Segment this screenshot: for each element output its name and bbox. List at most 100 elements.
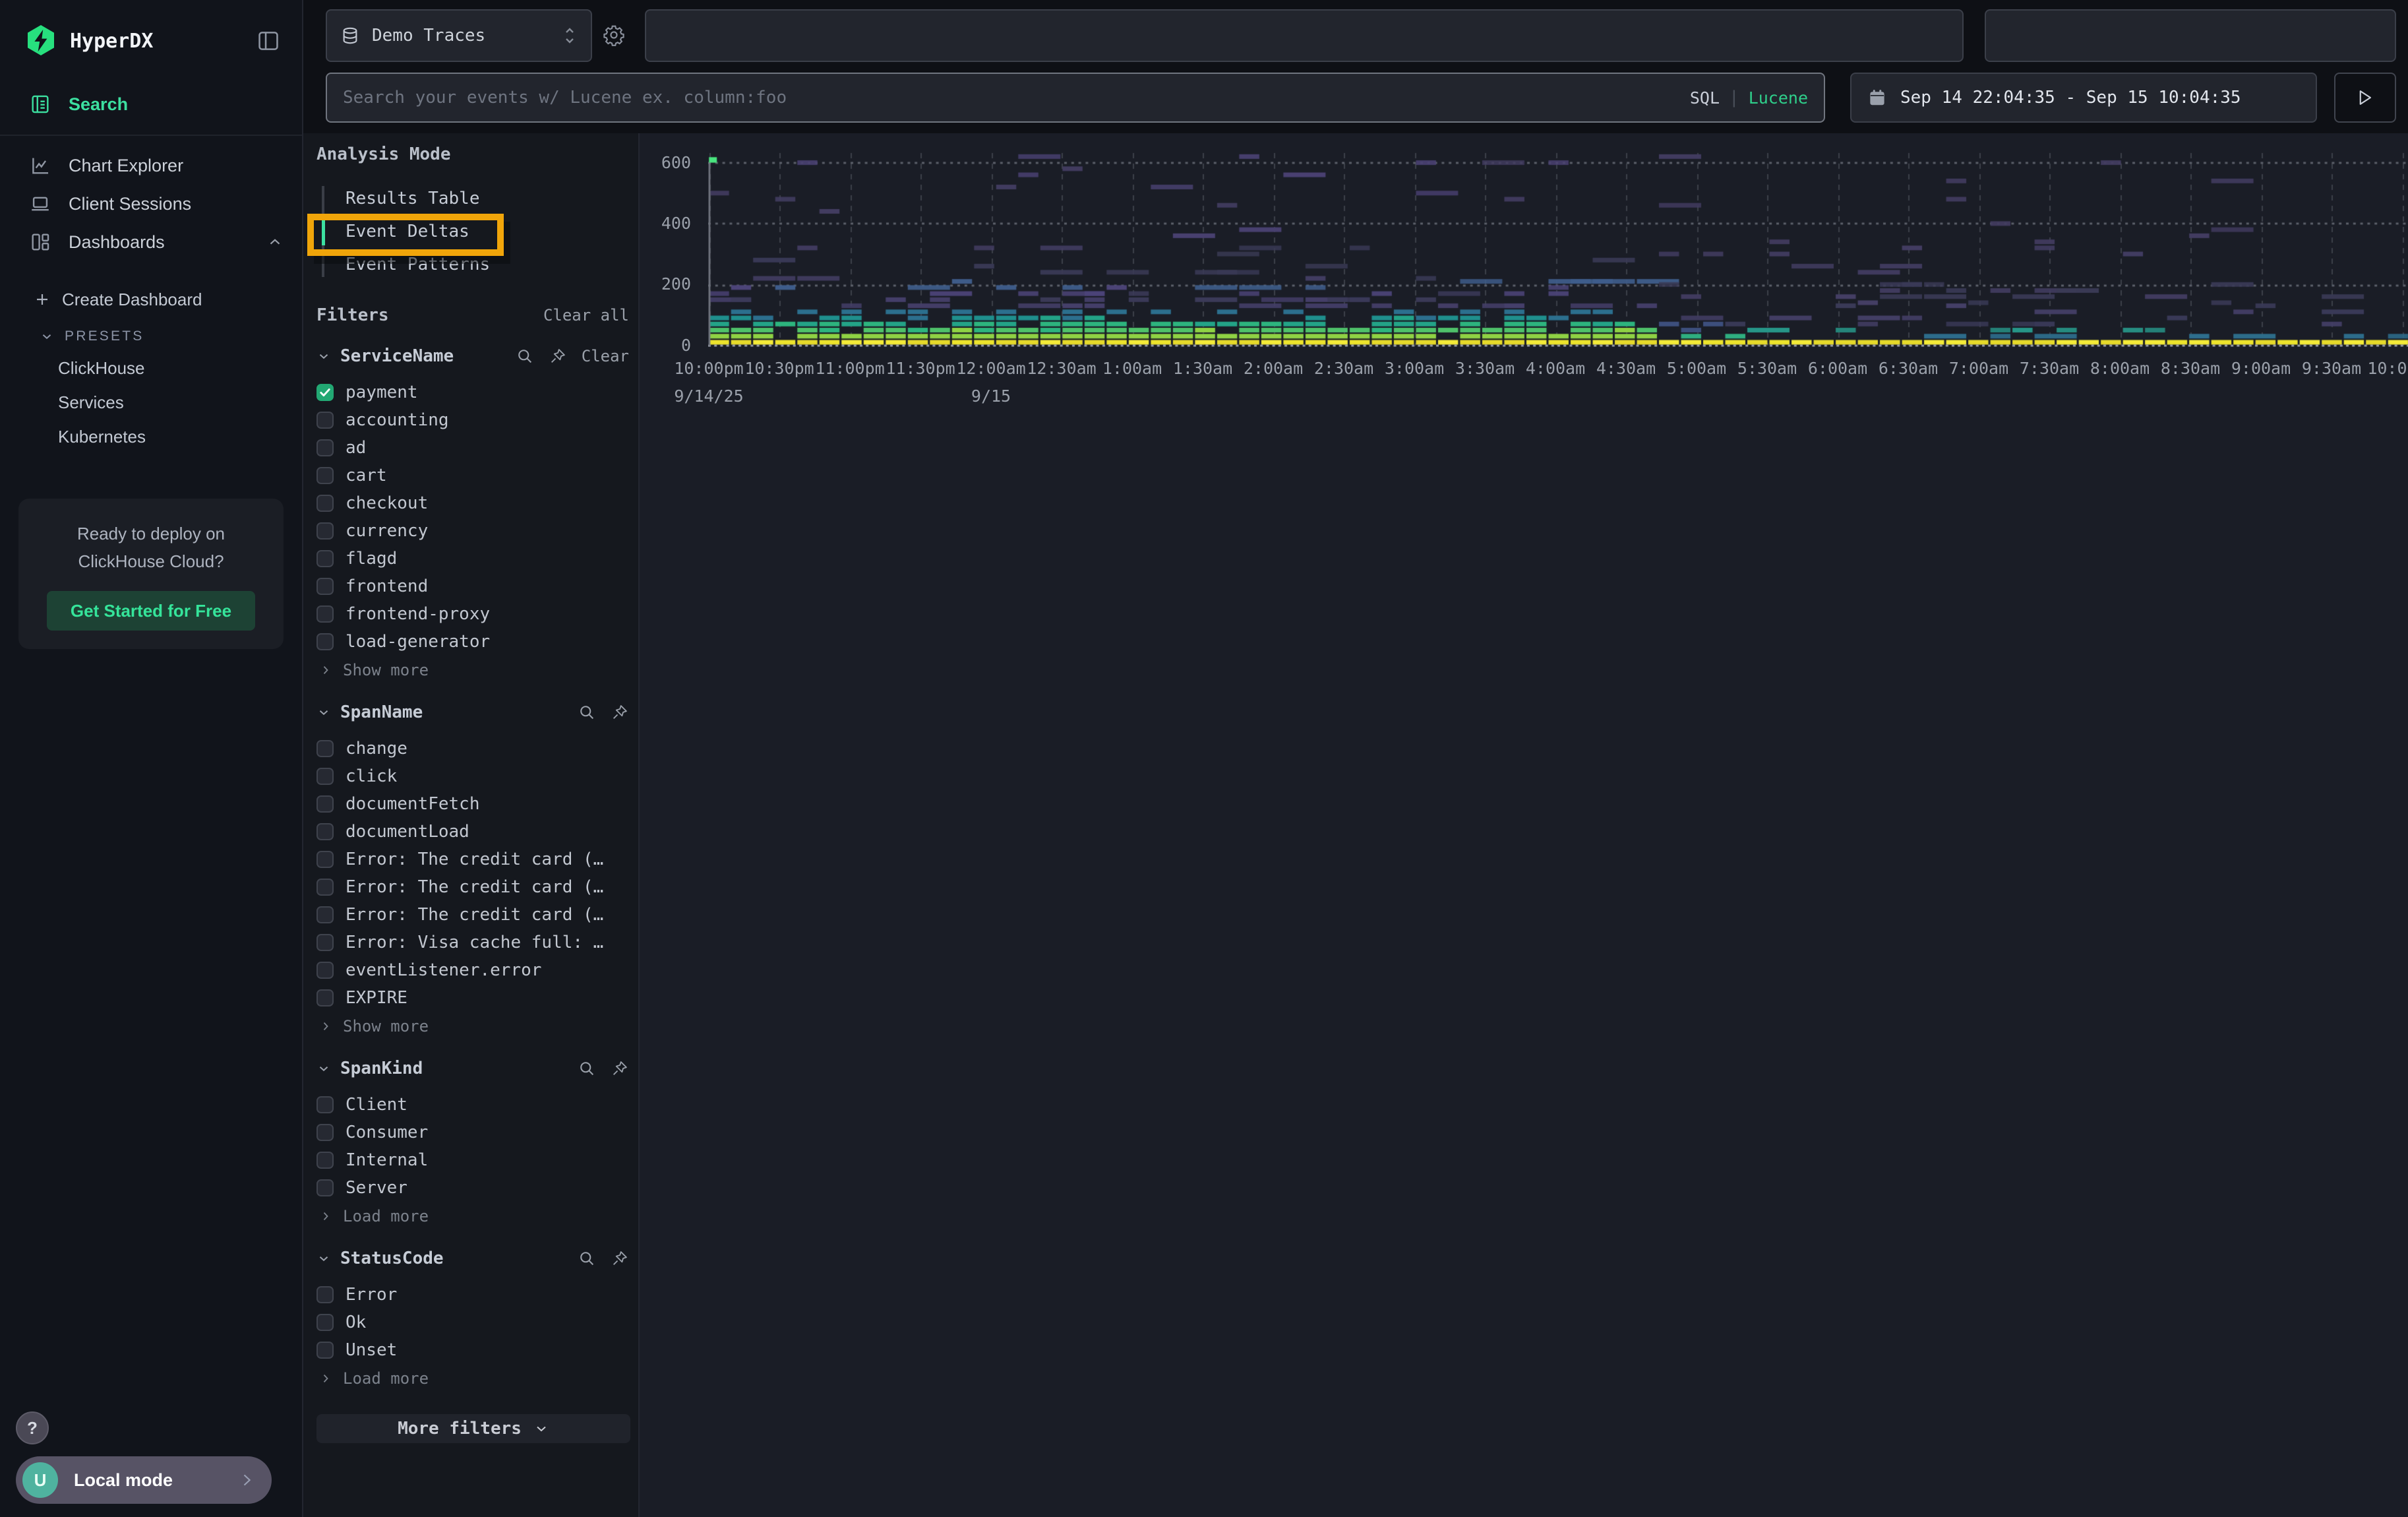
filter-option-load-generator[interactable]: load-generator: [316, 628, 629, 656]
chevron-down-icon[interactable]: [316, 349, 331, 363]
filter-option-eventlistener-error[interactable]: eventListener.error: [316, 956, 629, 984]
source-select[interactable]: Demo Traces: [326, 9, 592, 62]
filter-option-frontend-proxy[interactable]: frontend-proxy: [316, 600, 629, 628]
checkbox[interactable]: [316, 633, 334, 650]
checkbox[interactable]: [316, 851, 334, 868]
more-filters-button[interactable]: More filters: [316, 1414, 630, 1443]
filter-option-change[interactable]: change: [316, 735, 629, 762]
help-button[interactable]: ?: [16, 1411, 49, 1444]
checkbox[interactable]: [316, 578, 334, 595]
mode-toggle-sql[interactable]: SQL: [1690, 88, 1720, 108]
pin-icon[interactable]: [549, 347, 567, 365]
chevron-down-icon[interactable]: [316, 705, 331, 720]
search-icon[interactable]: [578, 703, 596, 722]
clear-filter-link[interactable]: Clear: [582, 347, 629, 365]
heatmap-canvas[interactable]: [708, 150, 2408, 347]
pin-icon[interactable]: [611, 1249, 629, 1268]
search-icon[interactable]: [578, 1249, 596, 1268]
filter-option-flagd[interactable]: flagd: [316, 545, 629, 573]
filter-option-cart[interactable]: cart: [316, 462, 629, 489]
analysis-mode-option-results-table[interactable]: Results Table: [316, 182, 629, 215]
checkbox[interactable]: [316, 412, 334, 429]
chevron-down-icon[interactable]: [316, 1061, 331, 1076]
filter-option-error-the-credit-card[interactable]: Error: The credit card (…: [316, 873, 629, 901]
presets-toggle[interactable]: PRESETS: [0, 322, 302, 351]
filter-option-error-the-credit-card[interactable]: Error: The credit card (…: [316, 901, 629, 929]
filter-option-expire[interactable]: EXPIRE: [316, 984, 629, 1012]
filter-option-internal[interactable]: Internal: [316, 1146, 629, 1174]
filter-option-checkout[interactable]: checkout: [316, 489, 629, 517]
checkbox[interactable]: [316, 605, 334, 623]
filter-option-click[interactable]: click: [316, 762, 629, 790]
time-range-picker[interactable]: Sep 14 22:04:35 - Sep 15 10:04:35: [1850, 73, 2317, 123]
filter-option-error-visa-cache-full[interactable]: Error: Visa cache full: …: [316, 929, 629, 956]
checkbox[interactable]: [316, 1179, 334, 1196]
checkbox[interactable]: [316, 439, 334, 456]
checkbox[interactable]: [316, 740, 334, 757]
checkbox[interactable]: [316, 1096, 334, 1113]
filter-option-consumer[interactable]: Consumer: [316, 1119, 629, 1146]
checkbox[interactable]: [316, 1152, 334, 1169]
sidebar-item-kubernetes[interactable]: Kubernetes: [0, 419, 302, 454]
events-heatmap-chart[interactable]: 0200400600 10:00pm10:30pm11:00pm11:30pm1…: [640, 133, 2408, 1517]
run-search-button[interactable]: [2334, 73, 2396, 123]
analysis-mode-option-event-deltas[interactable]: Event Deltas: [316, 215, 629, 248]
checkbox[interactable]: [316, 989, 334, 1006]
checkbox[interactable]: [316, 934, 334, 951]
sidebar-item-dashboards[interactable]: Dashboards: [0, 223, 302, 261]
checkbox[interactable]: [316, 550, 334, 567]
chevron-down-icon[interactable]: [316, 1251, 331, 1266]
sidebar-item-services[interactable]: Services: [0, 385, 302, 419]
checkbox[interactable]: [316, 384, 334, 401]
user-menu[interactable]: U Local mode: [16, 1456, 272, 1504]
filter-option-frontend[interactable]: frontend: [316, 573, 629, 600]
checkbox[interactable]: [316, 906, 334, 923]
checkbox[interactable]: [316, 1124, 334, 1141]
order-by-input[interactable]: [1985, 9, 2396, 62]
checkbox[interactable]: [316, 495, 334, 512]
checkbox[interactable]: [316, 522, 334, 540]
filter-option-error[interactable]: Error: [316, 1281, 629, 1309]
filter-option-accounting[interactable]: accounting: [316, 406, 629, 434]
search-input[interactable]: Search your events w/ Lucene ex. column:…: [326, 73, 1825, 123]
load-more-link[interactable]: Load more: [316, 1204, 629, 1228]
sidebar-item-clickhouse[interactable]: ClickHouse: [0, 351, 302, 385]
checkbox[interactable]: [316, 823, 334, 840]
sql-select-input[interactable]: [645, 9, 1964, 62]
sidebar-item-client-sessions[interactable]: Client Sessions: [0, 185, 302, 223]
filter-option-currency[interactable]: currency: [316, 517, 629, 545]
gear-icon[interactable]: [603, 24, 625, 46]
sidebar-item-search[interactable]: Search: [0, 82, 302, 127]
pin-icon[interactable]: [611, 1059, 629, 1078]
filter-option-server[interactable]: Server: [316, 1174, 629, 1202]
show-more-link[interactable]: Show more: [316, 1014, 629, 1038]
clear-all-filters-link[interactable]: Clear all: [543, 306, 629, 325]
filter-option-unset[interactable]: Unset: [316, 1336, 629, 1364]
search-icon[interactable]: [516, 347, 534, 365]
mode-toggle-lucene[interactable]: Lucene: [1749, 88, 1808, 108]
filter-option-documentfetch[interactable]: documentFetch: [316, 790, 629, 818]
checkbox[interactable]: [316, 467, 334, 484]
checkbox[interactable]: [316, 1314, 334, 1331]
search-icon[interactable]: [578, 1059, 596, 1078]
sidebar-item-chart-explorer[interactable]: Chart Explorer: [0, 146, 302, 185]
filter-option-client[interactable]: Client: [316, 1091, 629, 1119]
checkbox[interactable]: [316, 1342, 334, 1359]
filter-option-payment[interactable]: payment: [316, 379, 629, 406]
show-more-link[interactable]: Show more: [316, 658, 629, 682]
filter-option-ok[interactable]: Ok: [316, 1309, 629, 1336]
checkbox[interactable]: [316, 962, 334, 979]
checkbox[interactable]: [316, 1286, 334, 1303]
pin-icon[interactable]: [611, 703, 629, 722]
load-more-link[interactable]: Load more: [316, 1367, 629, 1390]
filter-option-documentload[interactable]: documentLoad: [316, 818, 629, 846]
checkbox[interactable]: [316, 795, 334, 813]
create-dashboard-button[interactable]: Create Dashboard: [0, 282, 302, 317]
get-started-button[interactable]: Get Started for Free: [47, 591, 255, 631]
checkbox[interactable]: [316, 879, 334, 896]
filter-option-error-the-credit-card[interactable]: Error: The credit card (…: [316, 846, 629, 873]
sidebar-collapse-icon[interactable]: [253, 26, 284, 56]
checkbox[interactable]: [316, 768, 334, 785]
analysis-mode-option-event-patterns[interactable]: Event Patterns: [316, 248, 629, 281]
filter-option-ad[interactable]: ad: [316, 434, 629, 462]
